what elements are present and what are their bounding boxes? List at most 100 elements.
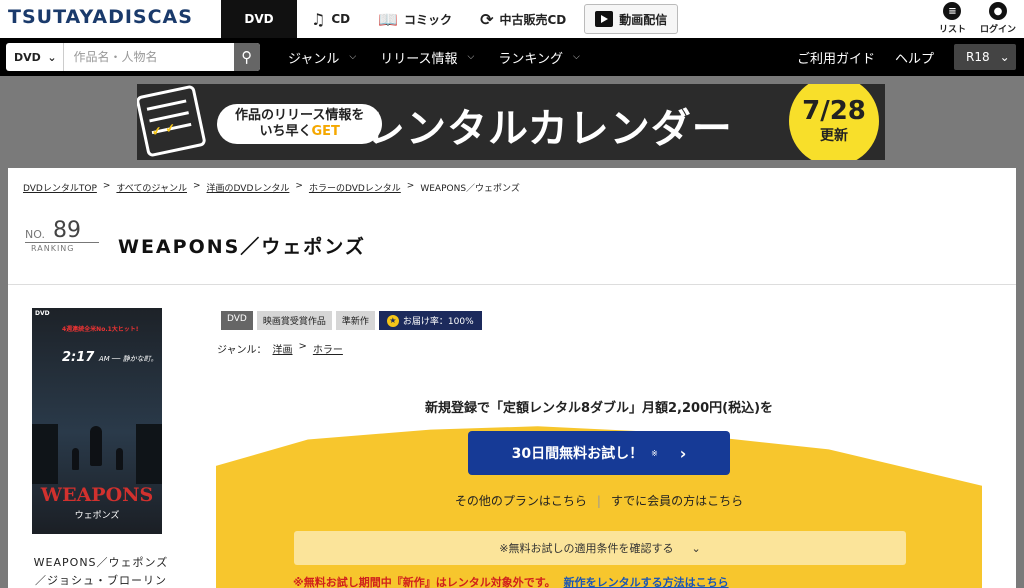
poster-time-value: 2:17 [62, 350, 95, 365]
banner-date: 7/28 [802, 96, 866, 126]
nav-help[interactable]: ヘルプ [895, 48, 934, 67]
banner-pill-line2: いち早くGET [235, 124, 364, 140]
nav-help-label: ヘルプ [894, 51, 934, 67]
trial-conditions-toggle[interactable]: ※無料お試しの適用条件を確認する ⌄ [294, 531, 906, 565]
play-icon [595, 11, 614, 27]
tab-video-label: 動画配信 [619, 12, 668, 27]
search-button[interactable]: ⚲ [233, 43, 260, 71]
breadcrumb-link[interactable]: すべてのジャンル [116, 181, 187, 194]
genre-label: ジャンル： [217, 345, 267, 356]
chevron-down-icon: ⌄ [47, 50, 57, 64]
delivery-rate-label: お届け率：100% [402, 317, 474, 327]
nav-release-label: リリース情報 [380, 51, 458, 67]
tab-dvd-label: DVD [244, 12, 274, 26]
new-release-rental-link[interactable]: 新作をレンタルする方法はこちら [564, 576, 729, 588]
breadcrumb-current: WEAPONS／ウェポンズ [420, 184, 520, 194]
banner-headline: レンタルカレンダー [365, 106, 733, 152]
free-trial-button[interactable]: 30日間無料お試し！ ※ › [468, 431, 730, 475]
trial-notice-text: ※無料お試し期間中『新作』はレンタル対象外です。 [293, 576, 556, 588]
other-plans-link[interactable]: その他のプランはこちら [455, 494, 587, 508]
login-label: ログイン [979, 25, 1016, 35]
badge-delivery-rate: ★ お届け率：100% [378, 311, 482, 330]
banner-pill-prefix: いち早く [259, 124, 312, 139]
plan-links: その他のプランはこちら | すでに会員の方はこちら [216, 492, 982, 509]
tab-cd[interactable]: ♫ CD [297, 0, 364, 38]
search-icon: ⚲ [241, 48, 253, 66]
tab-comic[interactable]: 📖 コミック [364, 0, 466, 38]
badge-semi-new: 準新作 [335, 311, 375, 330]
chevron-down-icon: ⌄ [999, 50, 1010, 64]
breadcrumb-separator: > [406, 181, 415, 191]
banner-pill-line1: 作品のリリース情報を [235, 108, 365, 123]
product-poster[interactable]: DVD 4週連続全米No.1大ヒット! 2:17 AM ── 静かな町。 WEA… [32, 308, 162, 534]
genre-link-sub[interactable]: ホラー [313, 341, 343, 356]
site-logo[interactable]: TSUTAYADISCAS [8, 6, 193, 28]
badge-award: 映画賞受賞作品 [256, 311, 332, 330]
poster-figure [90, 426, 102, 466]
poster-caption: WEAPONS／ウェポンズ／ジョシュ・ブローリン [33, 556, 169, 587]
poster-dvd-mark: DVD [35, 310, 50, 317]
chevron-down-icon: ⌵ [349, 52, 357, 62]
rental-calendar-banner[interactable]: 作品のリリース情報を いち早くGET レンタルカレンダー 7/28 更新 [137, 84, 885, 160]
nav-release-info[interactable]: リリース情報 ⌵ [380, 48, 474, 67]
ranking-label: RANKING [31, 244, 75, 253]
free-trial-label: 30日間無料お試し！ [511, 446, 644, 462]
search-category-value: DVD [14, 50, 41, 64]
search-category-select[interactable]: DVD ⌄ [6, 43, 64, 71]
user-tools: ≡ リスト ● ログイン [939, 2, 1016, 35]
nav-ranking-label: ランキング [498, 51, 563, 67]
r18-button[interactable]: R18 ⌄ [954, 44, 1016, 70]
banner-pill: 作品のリリース情報を いち早くGET [217, 104, 383, 144]
login-button[interactable]: ● ログイン [980, 2, 1016, 35]
star-icon: ★ [386, 314, 399, 327]
tab-used-cd[interactable]: ⟳ 中古販売CD [466, 0, 580, 38]
member-login-link[interactable]: すでに会員の方はこちら [611, 494, 743, 508]
trial-conditions-label: ※無料お試しの適用条件を確認する [499, 542, 674, 555]
genre-separator: > [298, 341, 307, 352]
user-icon: ● [988, 2, 1007, 20]
nav-right: ご利用ガイド ヘルプ R18 ⌄ [797, 38, 1016, 76]
ranking-divider [25, 242, 99, 243]
breadcrumb-link[interactable]: ホラーのDVDレンタル [309, 181, 401, 194]
poster-figure [72, 448, 79, 470]
tab-video-streaming[interactable]: 動画配信 [584, 4, 679, 34]
list-button[interactable]: ≡ リスト [939, 2, 966, 35]
banner-date-badge: 7/28 更新 [789, 84, 879, 160]
nav-genre[interactable]: ジャンル ⌵ [288, 48, 356, 67]
trial-notice: ※無料お試し期間中『新作』はレンタル対象外です。 新作をレンタルする方法はこちら [293, 574, 729, 588]
breadcrumb-separator: > [102, 181, 111, 191]
product-badges: DVD 映画賞受賞作品 準新作 ★ お届け率：100% [221, 311, 482, 330]
r18-label: R18 [966, 50, 990, 64]
nav-ranking[interactable]: ランキング ⌵ [498, 48, 579, 67]
tab-dvd[interactable]: DVD [221, 0, 297, 38]
ranking-number: 89 [53, 218, 81, 243]
nav-guide[interactable]: ご利用ガイド [797, 48, 875, 67]
book-icon: 📖 [378, 9, 399, 29]
list-label: リスト [938, 25, 966, 35]
calendar-icon [137, 84, 207, 158]
ranking-badge: NO. 89 RANKING [25, 218, 99, 254]
breadcrumb-link[interactable]: 洋画のDVDレンタル [207, 181, 290, 194]
tab-cd-label: CD [331, 12, 351, 26]
tab-comic-label: コミック [404, 12, 453, 27]
main-navbar: DVD ⌄ ⚲ ジャンル ⌵ リリース情報 ⌵ ランキング ⌵ ご利用ガイド ヘルプ R… [0, 38, 1024, 76]
genre-link-main[interactable]: 洋画 [273, 341, 293, 356]
nav-genre-label: ジャンル [288, 51, 340, 67]
music-note-icon: ♫ [311, 9, 326, 29]
poster-subtitle: ウェポンズ [74, 511, 120, 521]
poster-title: WEAPONS [40, 484, 154, 506]
refresh-icon: ⟳ [480, 9, 494, 29]
breadcrumb-link[interactable]: DVDレンタルTOP [23, 181, 97, 194]
top-header: TSUTAYADISCAS DVD ♫ CD 📖 コミック ⟳ 中古販売CD 動画配信… [0, 0, 1024, 38]
chevron-right-icon: › [679, 443, 687, 463]
page-title: WEAPONS／ウェポンズ [118, 236, 366, 258]
badge-dvd: DVD [221, 311, 253, 330]
category-tabs: DVD ♫ CD 📖 コミック ⟳ 中古販売CD 動画配信 [221, 0, 679, 38]
poster-time-suffix: AM ── 静かな町。 [98, 355, 158, 363]
banner-pill-get: GET [311, 124, 340, 139]
ranking-prefix: NO. [25, 228, 45, 241]
search-input[interactable] [63, 43, 234, 71]
poster-time: 2:17 AM ── 静かな町。 [62, 350, 158, 365]
divider [8, 284, 1016, 285]
tab-used-cd-label: 中古販売CD [499, 12, 567, 27]
